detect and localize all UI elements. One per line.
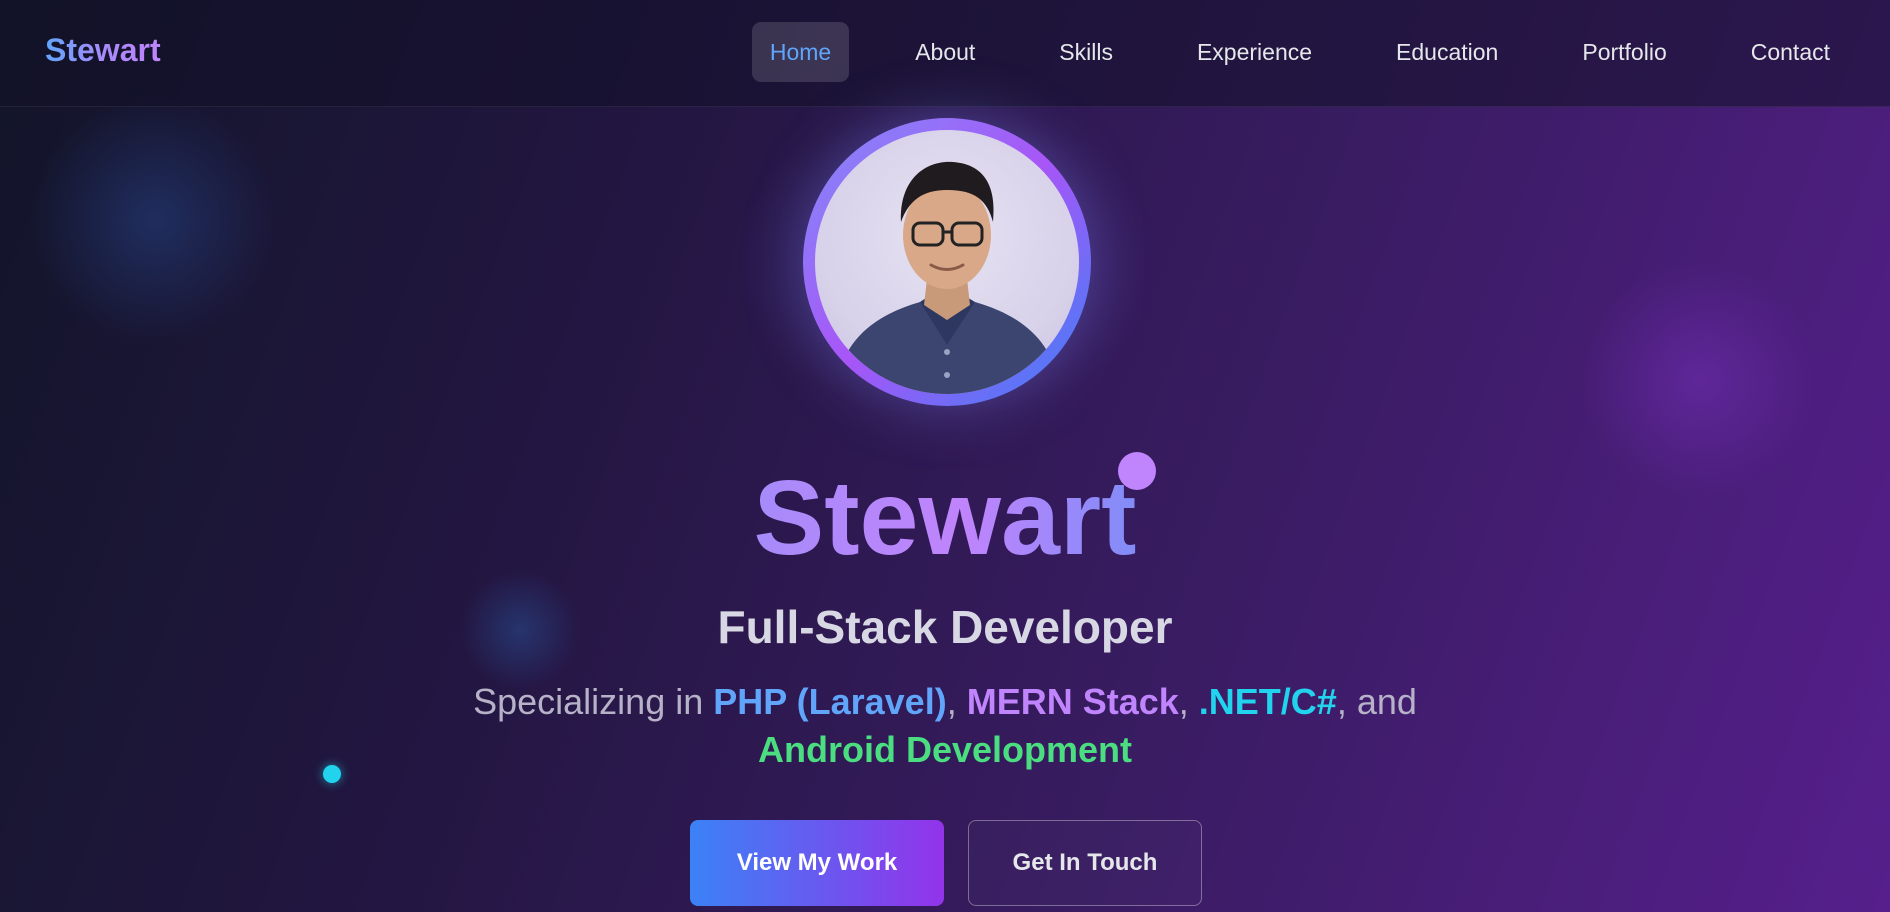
brand-logo[interactable]: Stewart [45,32,161,69]
nav-item-skills[interactable]: Skills [1041,22,1131,82]
nav-item-contact[interactable]: Contact [1733,22,1848,82]
skill-dotnet-csharp: .NET/C# [1198,681,1337,722]
get-in-touch-button[interactable]: Get In Touch [968,820,1202,906]
profile-photo-illustration [835,161,1061,394]
profile-photo [815,130,1079,394]
decorative-dot [1118,452,1156,490]
navbar: Stewart Home About Skills Experience Edu… [0,0,1890,107]
background-glow [30,95,280,345]
decorative-dot [323,765,341,783]
skill-mern-stack: MERN Stack [966,681,1179,722]
nav-item-about[interactable]: About [897,22,993,82]
nav-item-education[interactable]: Education [1378,22,1516,82]
nav-item-experience[interactable]: Experience [1179,22,1330,82]
skill-android: Android Development [757,729,1133,770]
nav-links: Home About Skills Experience Education P… [751,22,1848,82]
profile-photo-frame [803,118,1091,406]
hero-role: Full-Stack Developer [717,601,1173,653]
nav-item-portfolio[interactable]: Portfolio [1564,22,1684,82]
nav-item-home[interactable]: Home [751,22,850,82]
skill-php-laravel: PHP (Laravel) [713,681,947,722]
view-my-work-button[interactable]: View My Work [690,820,944,906]
hero-specialization: Specializing in PHP (Laravel), MERN Stac… [473,681,1417,770]
hero-name: Stewart [753,459,1137,577]
